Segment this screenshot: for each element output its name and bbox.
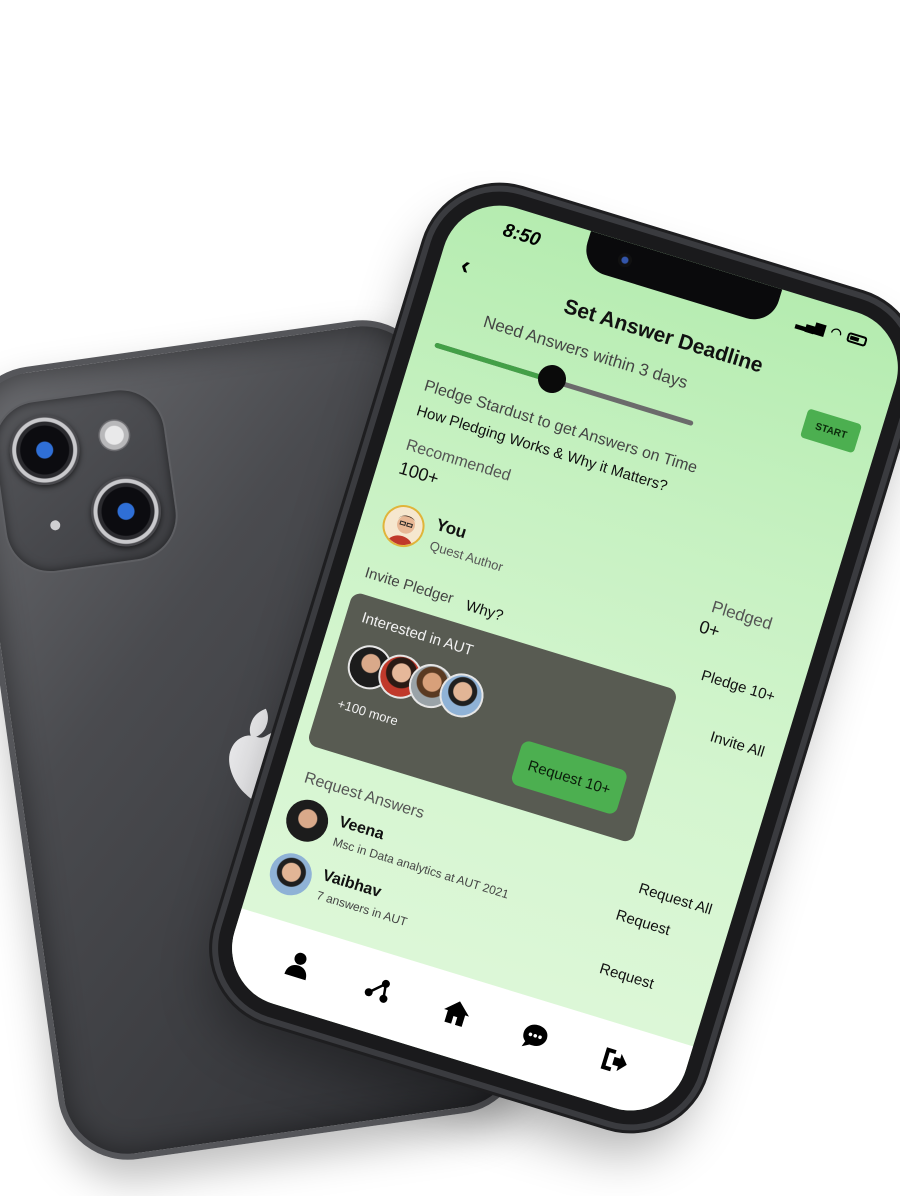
logout-icon[interactable] <box>593 1040 635 1082</box>
start-button[interactable]: START <box>799 408 863 454</box>
camera-lens-icon <box>5 410 85 490</box>
network-icon[interactable] <box>356 967 398 1009</box>
slider-fill <box>434 342 552 383</box>
status-icons: ▂▄▆ ◠ <box>795 313 869 350</box>
person-icon[interactable] <box>278 943 320 985</box>
author-role: Quest Author <box>427 537 505 575</box>
chat-icon[interactable] <box>514 1016 556 1058</box>
author-name: You <box>433 515 469 543</box>
front-camera-icon <box>616 251 634 269</box>
avatar <box>280 794 334 847</box>
home-icon[interactable] <box>435 992 477 1034</box>
flash-icon <box>96 417 133 454</box>
request-all-button[interactable]: Request All <box>637 880 715 918</box>
request-button[interactable]: Request <box>597 960 655 993</box>
signal-icon: ▂▄▆ <box>795 313 828 337</box>
avatar <box>377 499 430 553</box>
pledged-value: 0+ <box>696 616 723 642</box>
avatar-group <box>341 639 547 746</box>
request-button[interactable]: Request <box>614 907 672 940</box>
request-10-button[interactable]: Request 10+ <box>509 739 629 816</box>
front-phone: 8:50 ▂▄▆ ◠ ‹ Set Answer Deadline Need An… <box>200 173 900 1143</box>
invite-all-button[interactable]: Invite All <box>708 728 766 761</box>
why-link[interactable]: Why? <box>464 597 506 624</box>
wifi-icon: ◠ <box>828 323 844 342</box>
battery-icon <box>845 331 868 348</box>
camera-module <box>0 384 182 577</box>
status-time: 8:50 <box>500 219 543 251</box>
microphone-icon <box>49 519 61 531</box>
slider-thumb[interactable] <box>534 361 570 397</box>
camera-lens-icon <box>86 471 166 551</box>
